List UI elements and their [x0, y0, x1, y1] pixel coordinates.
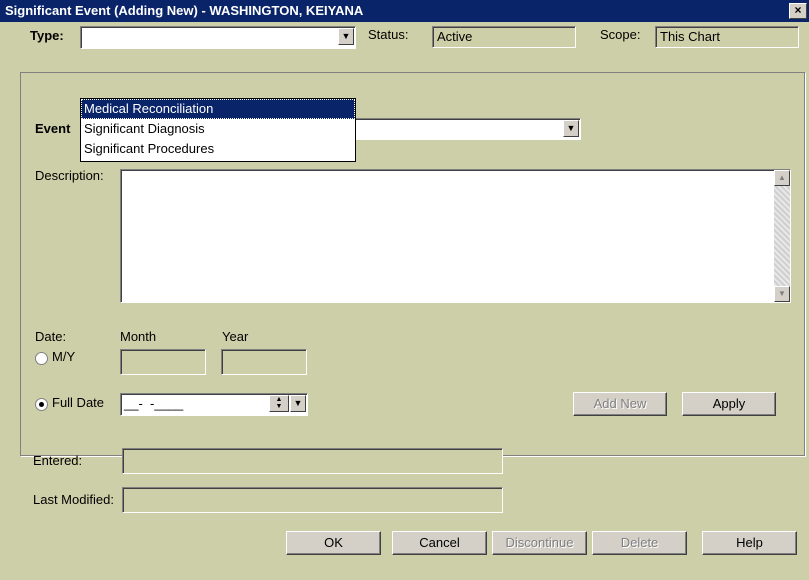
my-radio[interactable] — [35, 352, 48, 365]
last-modified-field — [122, 487, 503, 513]
type-dropdown-list[interactable]: Medical Reconciliation Significant Diagn… — [80, 98, 356, 162]
type-combobox[interactable]: ▼ — [80, 26, 356, 49]
chevron-down-icon[interactable]: ▼ — [338, 28, 354, 45]
help-button[interactable]: Help — [702, 531, 797, 555]
window-title: Significant Event (Adding New) - WASHING… — [5, 3, 364, 18]
type-option-significant-procedures[interactable]: Significant Procedures — [81, 139, 355, 159]
title-bar[interactable]: Significant Event (Adding New) - WASHING… — [0, 0, 809, 22]
description-textarea[interactable]: ▲ ▼ — [120, 169, 791, 303]
full-date-mask: __- -____ — [124, 396, 184, 411]
apply-button[interactable]: Apply — [682, 392, 776, 416]
entered-field — [122, 448, 503, 474]
cancel-label: Cancel — [419, 535, 460, 550]
scroll-down-icon[interactable]: ▼ — [774, 286, 790, 302]
delete-button[interactable]: Delete — [592, 531, 687, 555]
ok-label: OK — [324, 535, 343, 550]
type-label: Type: — [30, 28, 64, 43]
close-icon[interactable]: × — [789, 3, 807, 19]
description-label: Description: — [35, 168, 104, 183]
add-new-label: Add New — [593, 396, 647, 411]
discontinue-button[interactable]: Discontinue — [492, 531, 587, 555]
full-date-radio-label[interactable]: Full Date — [52, 395, 104, 410]
scroll-up-icon[interactable]: ▲ — [774, 170, 790, 186]
status-label: Status: — [368, 27, 409, 42]
delete-label: Delete — [620, 535, 659, 550]
event-label: Event — [35, 121, 71, 136]
dialog-client: Type: ▼ Status: Active Scope: This Chart… — [0, 22, 809, 580]
ok-button[interactable]: OK — [286, 531, 381, 555]
description-scrollbar[interactable]: ▲ ▼ — [774, 170, 790, 302]
date-label: Date: — [35, 329, 67, 344]
year-field[interactable] — [221, 349, 307, 375]
cancel-button[interactable]: Cancel — [392, 531, 487, 555]
add-new-button[interactable]: Add New — [573, 392, 667, 416]
help-label: Help — [736, 535, 763, 550]
my-radio-label[interactable]: M/Y — [52, 349, 75, 364]
type-option-medical-reconciliation[interactable]: Medical Reconciliation — [81, 99, 355, 119]
chevron-down-icon[interactable]: ▼ — [563, 120, 579, 137]
month-label: Month — [120, 329, 157, 344]
entered-label: Entered: — [33, 453, 83, 468]
date-spinner-icon[interactable]: ▲ ▼ — [269, 395, 289, 412]
discontinue-label: Discontinue — [505, 535, 574, 550]
apply-label: Apply — [712, 396, 746, 411]
chevron-down-icon[interactable]: ▼ — [290, 395, 306, 412]
full-date-radio[interactable] — [35, 398, 48, 411]
month-field[interactable] — [120, 349, 206, 375]
status-field: Active — [432, 26, 576, 48]
last-modified-label: Last Modified: — [33, 492, 114, 507]
scope-label: Scope: — [600, 27, 641, 42]
full-date-field[interactable]: __- -____ ▲ ▼ ▼ — [120, 393, 308, 416]
year-label: Year — [222, 329, 249, 344]
type-option-significant-diagnosis[interactable]: Significant Diagnosis — [81, 119, 355, 139]
scope-field: This Chart — [655, 26, 799, 48]
